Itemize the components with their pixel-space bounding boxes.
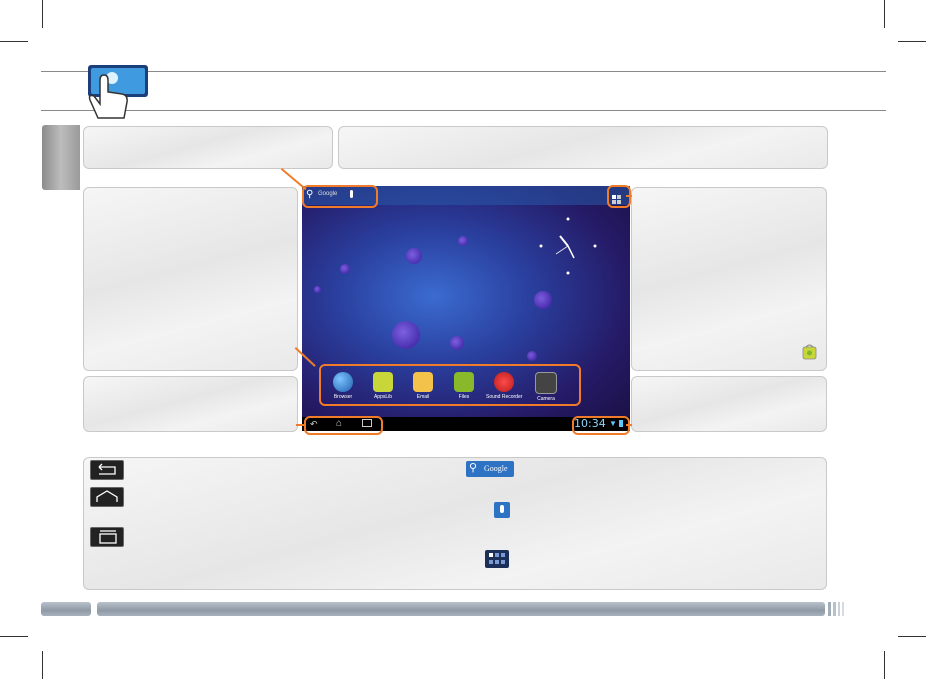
wallpaper-bubble <box>314 286 321 293</box>
callout-box-right <box>631 187 827 371</box>
search-icon: ⚲ <box>469 462 478 474</box>
android-market-icon <box>802 343 817 360</box>
google-search-icon: ⚲ Google <box>466 461 514 477</box>
page-number-bar <box>41 602 91 616</box>
footer-bar <box>97 602 825 616</box>
wallpaper-bubble <box>534 291 552 309</box>
connector-line <box>626 195 632 197</box>
crop-mark <box>42 0 43 28</box>
wallpaper-bubble <box>406 248 422 264</box>
footer-stripes <box>828 602 846 616</box>
callout-box-widgets <box>83 126 333 169</box>
header-rule-top <box>41 71 886 72</box>
crop-mark <box>884 651 885 679</box>
language-tab <box>42 125 80 190</box>
wallpaper-bubble <box>458 236 468 246</box>
microphone-icon <box>494 502 510 518</box>
connector-line <box>626 424 632 426</box>
apps-grid-icon <box>485 550 509 568</box>
back-icon <box>90 460 124 480</box>
callout-box-right-bottom <box>631 376 827 432</box>
callout-box-left <box>83 187 298 371</box>
highlight-nav-buttons <box>304 416 383 435</box>
callout-box-description <box>338 126 828 169</box>
touch-screen-logo-icon <box>82 60 152 120</box>
crop-mark <box>898 636 926 637</box>
crop-mark <box>0 41 28 42</box>
highlight-status <box>572 416 630 435</box>
home-icon <box>90 487 124 507</box>
header-rule-bottom <box>41 110 886 111</box>
crop-mark <box>898 41 926 42</box>
legend-panel: ⚲ Google <box>83 457 827 590</box>
crop-mark <box>0 636 28 637</box>
connector-line <box>296 424 305 426</box>
google-label: Google <box>484 464 508 473</box>
wallpaper-bubble <box>527 351 537 361</box>
wallpaper-bubble <box>392 321 420 349</box>
crop-mark <box>42 651 43 679</box>
recent-apps-icon <box>90 527 124 547</box>
wallpaper-bubble <box>450 336 464 350</box>
mic-glyph <box>500 505 504 513</box>
crop-mark <box>884 0 885 28</box>
analog-clock-widget[interactable] <box>536 214 600 278</box>
highlight-app-shortcuts <box>319 364 581 406</box>
callout-box-left-bottom <box>83 376 298 432</box>
wallpaper-bubble <box>340 264 350 274</box>
highlight-search <box>302 185 378 208</box>
